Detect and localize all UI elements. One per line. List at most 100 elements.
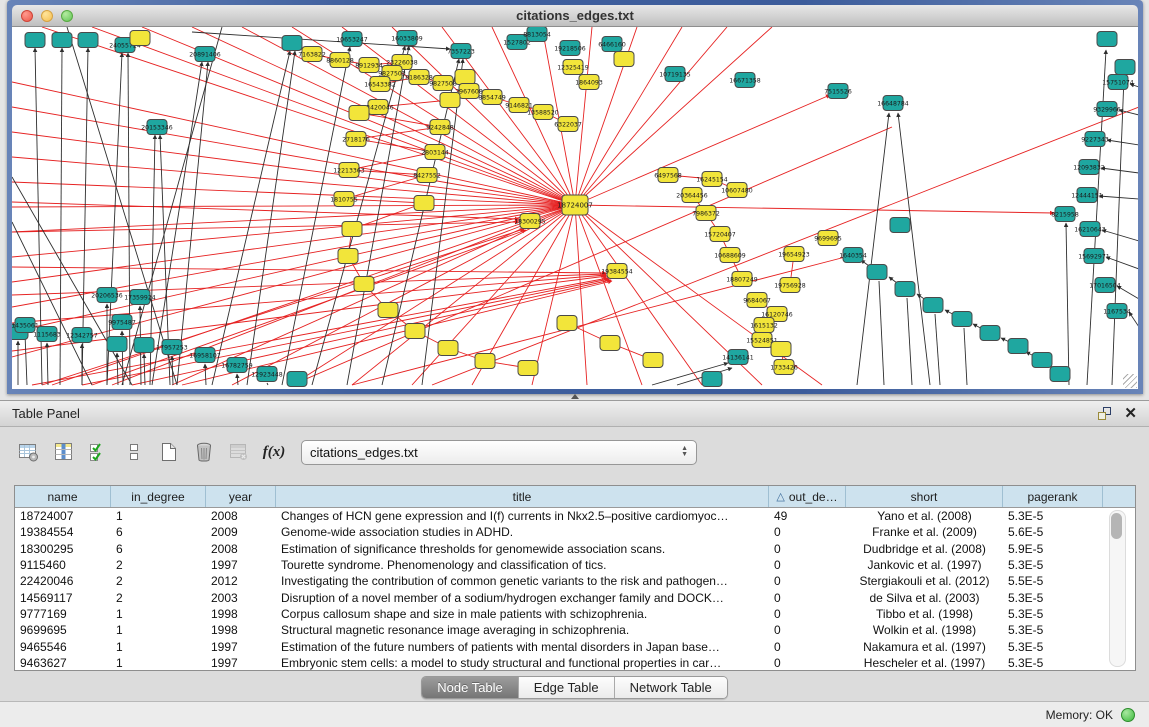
graph-edge[interactable] [192,27,575,205]
table-cell[interactable]: 5.9E-5 [1003,542,1103,556]
table-row[interactable]: 1872400712008Changes of HCN gene express… [15,508,1135,524]
table-cell[interactable]: 5.3E-5 [1003,640,1103,654]
graph-node[interactable]: 1115683 [33,327,61,342]
table-cell[interactable]: 0 [769,623,846,637]
graph-node[interactable]: 18807249 [726,272,758,287]
graph-node[interactable]: 12923448 [251,367,283,382]
graph-node[interactable]: 9227343 [1081,132,1109,147]
graph-edge[interactable] [12,182,575,205]
graph-edge[interactable] [575,205,702,385]
table-cell[interactable]: 1997 [206,640,276,654]
table-cell[interactable]: 6 [111,525,206,539]
table-cell[interactable]: 2 [111,591,206,605]
table-cell[interactable]: Estimation of significance thresholds fo… [276,542,769,556]
table-cell[interactable]: 18724007 [15,509,111,523]
graph-node[interactable]: 1167534 [1103,304,1131,319]
graph-node[interactable]: 9699695 [814,231,842,246]
table-cell[interactable]: Hescheler et al. (1997) [846,656,1003,670]
table-scrollbar[interactable] [1109,510,1126,667]
table-cell[interactable]: 5.3E-5 [1003,656,1103,670]
table-row[interactable]: 1830029562008Estimation of significance … [15,541,1135,557]
graph-node[interactable]: 9242848 [426,120,454,135]
graph-edge[interactable] [247,51,295,385]
network-graph[interactable]: 2405572420891406106532471603380973572231… [12,27,1138,387]
graph-node[interactable]: 9975487 [108,315,136,330]
table-cell[interactable]: Dudbridge et al. (2008) [846,542,1003,556]
graph-edge[interactable] [1101,168,1138,173]
graph-node[interactable] [1115,60,1135,75]
graph-node[interactable] [771,342,791,357]
graph-node[interactable]: 1810755 [330,192,358,207]
graph-edge[interactable] [12,222,519,232]
create-table-icon[interactable] [156,439,182,465]
graph-node[interactable]: 19218506 [554,41,586,56]
graph-edge[interactable] [12,132,575,205]
table-cell[interactable]: Genome-wide association studies in ADHD. [276,525,769,539]
resize-grip-icon[interactable] [1123,374,1137,388]
column-header-year[interactable]: year [206,486,276,507]
graph-node[interactable]: 9329966 [1093,102,1121,117]
graph-node[interactable] [1032,353,1052,368]
table-row[interactable]: 1456911722003Disruption of a novel membe… [15,589,1135,605]
graph-node[interactable] [438,341,458,356]
graph-edge[interactable] [205,364,206,385]
graph-edge[interactable] [1102,230,1138,241]
graph-node[interactable] [25,33,45,48]
graph-edge[interactable] [352,203,424,229]
graph-node[interactable]: 7515526 [824,84,852,99]
graph-node[interactable] [980,326,1000,341]
graph-node[interactable] [455,70,475,85]
graph-edge[interactable] [144,354,145,385]
graph-node[interactable] [952,312,972,327]
graph-edge[interactable] [1106,257,1138,269]
graph-edge[interactable] [879,281,884,385]
column-header-in_degree[interactable]: in_degree [111,486,206,507]
graph-edge[interactable] [267,383,268,385]
graph-node[interactable]: 19654923 [778,247,810,262]
graph-node[interactable]: 16210643 [1074,222,1106,237]
graph-node[interactable] [1097,32,1117,47]
delete-attribute-icon[interactable] [191,439,217,465]
graph-node[interactable]: 15692971 [1078,249,1110,264]
table-cell[interactable]: 9777169 [15,607,111,621]
graph-node[interactable]: 9684067 [743,293,771,308]
graph-node[interactable]: 8427552 [413,168,441,183]
graph-node[interactable] [890,218,910,233]
table-row[interactable]: 977716911998Corpus callosum shape and si… [15,606,1135,622]
graph-edge[interactable] [128,53,130,385]
graph-node[interactable] [354,277,374,292]
table-cell[interactable]: 0 [769,574,846,588]
table-cell[interactable]: 0 [769,640,846,654]
graph-edge[interactable] [25,334,27,385]
graph-node[interactable] [130,31,150,46]
graph-node[interactable]: 10653247 [336,32,368,47]
zoom-window-button[interactable] [61,10,73,22]
graph-node[interactable]: 15720407 [704,227,736,242]
graph-node[interactable] [518,361,538,376]
table-cell[interactable]: 0 [769,656,846,670]
graph-node[interactable] [475,354,495,369]
function-builder-icon[interactable]: f(x) [261,439,287,465]
table-row[interactable]: 969969511998Structural magnetic resonanc… [15,622,1135,638]
table-cell[interactable]: 1997 [206,656,276,670]
graph-edge[interactable] [12,177,132,385]
minimize-window-button[interactable] [41,10,53,22]
table-cell[interactable]: Yano et al. (2008) [846,509,1003,523]
column-header-name[interactable]: name [15,486,111,507]
table-cell[interactable]: 1998 [206,607,276,621]
table-cell[interactable]: Changes of HCN gene expression and I(f) … [276,509,769,523]
table-cell[interactable]: 5.3E-5 [1003,607,1103,621]
table-select-dropdown[interactable]: citations_edges.txt ▲▼ [301,440,697,465]
graph-edge[interactable] [898,113,930,385]
network-canvas[interactable]: 2405572420891406106532471603380973572231… [12,27,1138,389]
graph-node[interactable]: 16958107 [189,348,221,363]
table-cell[interactable]: Structural magnetic resonance image aver… [276,623,769,637]
table-cell[interactable]: Nakamura et al. (1997) [846,640,1003,654]
table-cell[interactable]: 0 [769,558,846,572]
graph-node[interactable]: 19756928 [774,278,806,293]
graph-node[interactable] [134,338,154,353]
graph-node[interactable]: 12213363 [333,163,365,178]
table-cell[interactable]: 1 [111,607,206,621]
table-cell[interactable]: 1997 [206,558,276,572]
graph-node[interactable]: 16033809 [391,31,423,46]
